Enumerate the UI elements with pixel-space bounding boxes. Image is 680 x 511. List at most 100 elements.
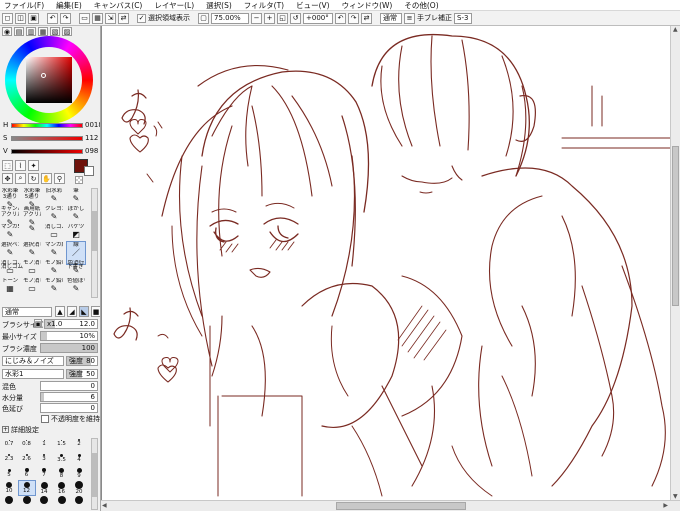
texture2-strength-slider[interactable]: 強度 50 [66, 369, 98, 379]
brush-size-preset[interactable]: 16 [54, 481, 70, 495]
hand-icon[interactable]: ✋ [41, 173, 52, 184]
brush-size-preset[interactable]: 12 [17, 480, 36, 496]
tool-grid-scrollbar[interactable] [91, 188, 98, 298]
rotation-field[interactable]: +000° [303, 12, 333, 24]
palette-tab-icon[interactable]: ▦ [38, 27, 48, 36]
brush-tool[interactable]: モノ消し▭ [23, 278, 41, 300]
brush-mode-select[interactable]: 通常 [2, 307, 52, 317]
canvas-horizontal-scrollbar[interactable]: ◀ ▶ [101, 500, 680, 511]
brush-size-preset[interactable]: 7 [36, 466, 52, 480]
zoom-in-icon[interactable]: + [264, 12, 275, 24]
brush-size-slider[interactable]: x1.0 12.0 [44, 319, 98, 329]
menu-item[interactable]: その他(O) [404, 0, 438, 11]
rgb-tab-icon[interactable]: ▤ [14, 27, 24, 36]
hsv-tab-icon[interactable]: ▥ [26, 27, 36, 36]
brush-size-mult-icon[interactable]: ▣ [34, 319, 42, 328]
brush-size-preset[interactable]: 3.5 [54, 451, 70, 465]
brush-tool[interactable]: トーン ▦ [1, 278, 19, 300]
brush-size-preset[interactable]: 0.8 [19, 436, 35, 450]
scroll-right-icon[interactable]: ▶ [663, 502, 668, 509]
brush-size-preset[interactable]: 14 [36, 481, 52, 495]
menu-item[interactable]: 編集(E) [56, 0, 82, 11]
brush-tool[interactable]: 色値ぼり✎ [67, 278, 85, 300]
brush-shape-1-icon[interactable]: ▲ [55, 306, 65, 317]
redo-icon[interactable]: ↷ [60, 12, 71, 24]
brush-size-preset[interactable]: 8 [54, 466, 70, 480]
brush-size-preset[interactable]: 20 [71, 481, 87, 495]
brush-size-preset[interactable] [54, 496, 70, 510]
hue-slider[interactable] [11, 123, 83, 128]
flip-icon[interactable]: ⇄ [118, 12, 129, 24]
menu-item[interactable]: ファイル(F) [4, 0, 44, 11]
menu-item[interactable]: 選択(S) [206, 0, 232, 11]
blend-options-icon[interactable]: ≡ [404, 12, 415, 24]
canvas-vertical-scrollbar[interactable]: ▲ ▼ [670, 26, 680, 500]
detail-settings-toggle-icon[interactable]: + [2, 426, 9, 433]
rotate-icon[interactable]: ↻ [28, 173, 39, 184]
fill-icon[interactable]: ▦ [92, 12, 103, 24]
select-all-icon[interactable]: ◻ [2, 12, 13, 24]
move-icon[interactable]: ✥ [2, 173, 13, 184]
brush-size-preset[interactable]: 2.6 [19, 451, 35, 465]
color-wheel-tab-icon[interactable]: ◉ [2, 27, 12, 36]
density-slider[interactable]: 100 [40, 343, 98, 353]
stabilizer-select[interactable]: S-3 [454, 12, 472, 24]
drawing-canvas[interactable] [101, 26, 670, 500]
menu-item[interactable]: レイヤー(L) [154, 0, 194, 11]
brush-size-preset[interactable]: 0.7 [1, 436, 17, 450]
invert-selection-icon[interactable]: ▣ [28, 12, 39, 24]
clear-layer-icon[interactable]: ▭ [79, 12, 90, 24]
brush-size-preset[interactable]: 4 [71, 451, 87, 465]
brush-size-preset[interactable]: 6 [19, 466, 35, 480]
menu-item[interactable]: ビュー(V) [296, 0, 329, 11]
zoom-field[interactable]: 75.00% [211, 12, 249, 24]
brush-size-preset[interactable]: 1.5 [54, 436, 70, 450]
brush-shape-2-icon[interactable]: ◢ [67, 306, 77, 317]
brush-size-preset[interactable]: 3 [36, 451, 52, 465]
scratchpad-tab-icon[interactable]: ▨ [62, 27, 72, 36]
vertical-scroll-thumb[interactable] [672, 146, 679, 306]
brush-shape-4-icon[interactable]: ■ [91, 306, 100, 317]
swatch-tab-icon[interactable]: ▧ [50, 27, 60, 36]
keep-opacity-checkbox[interactable] [41, 415, 49, 423]
lasso-icon[interactable]: ⌇ [15, 160, 26, 171]
zoom-fit-icon[interactable]: ◱ [277, 12, 288, 24]
rotate-left-icon[interactable]: ↶ [335, 12, 346, 24]
undo-icon[interactable]: ↶ [47, 12, 58, 24]
texture2-select[interactable]: 水彩1 [2, 369, 64, 379]
zoom-out-icon[interactable]: − [251, 12, 262, 24]
extend-slider[interactable]: 0 [40, 403, 98, 413]
brush-size-preset[interactable]: 1 [36, 436, 52, 450]
saturation-value-square[interactable] [26, 57, 72, 103]
brush-size-preset[interactable] [36, 496, 52, 510]
texture1-strength-slider[interactable]: 強度 80 [66, 356, 98, 366]
detail-settings-label[interactable]: 詳細設定 [11, 425, 39, 435]
transparent-color-swatch[interactable] [75, 176, 83, 184]
saturation-slider[interactable] [11, 136, 83, 141]
brush-size-preset[interactable]: 10 [1, 481, 17, 495]
brush-size-preset[interactable] [71, 496, 87, 510]
flip-view-icon[interactable]: ⇄ [361, 12, 372, 24]
texture1-select[interactable]: にじみ＆ノイズ [2, 356, 64, 366]
brush-size-preset[interactable] [19, 496, 35, 510]
min-size-slider[interactable]: 10% [40, 331, 98, 341]
rotate-reset-icon[interactable]: ↺ [290, 12, 301, 24]
horizontal-scroll-thumb[interactable] [336, 502, 466, 510]
brush-size-preset[interactable]: 2.3 [1, 451, 17, 465]
brush-size-preset[interactable]: 9 [71, 466, 87, 480]
scroll-left-icon[interactable]: ◀ [102, 502, 107, 509]
brush-shape-3-icon[interactable]: ◣ [79, 306, 89, 317]
brush-size-preset[interactable]: 2 [71, 436, 87, 450]
menu-item[interactable]: フィルタ(T) [244, 0, 284, 11]
brush-tool[interactable]: モノ鉛筆✎ [45, 278, 63, 300]
magic-wand-icon[interactable]: ✦ [28, 160, 39, 171]
scroll-up-icon[interactable]: ▲ [673, 26, 678, 33]
sub-color-swatch[interactable] [84, 166, 94, 176]
transform-icon[interactable]: ⇲ [105, 12, 116, 24]
brush-size-preset[interactable] [1, 496, 17, 510]
mix-slider[interactable]: 0 [40, 381, 98, 391]
rotate-right-icon[interactable]: ↷ [348, 12, 359, 24]
value-slider[interactable] [11, 149, 83, 154]
brush-size-preset[interactable]: 5 [1, 466, 17, 480]
water-slider[interactable]: 6 [40, 392, 98, 402]
